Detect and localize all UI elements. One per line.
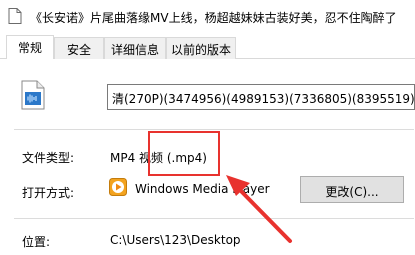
divider <box>14 129 414 130</box>
change-button[interactable]: 更改(C)... <box>300 176 404 203</box>
media-file-icon <box>21 80 45 110</box>
title-bar: 《长安诺》片尾曲落缘MV上线，杨超越妹妹古装好美，忍不住陶醉了 <box>0 0 415 36</box>
tab-previous-versions[interactable]: 以前的版本 <box>166 37 236 59</box>
open-with-app: Windows Media Player <box>135 182 270 196</box>
divider <box>14 218 414 219</box>
file-type-label: 文件类型: <box>22 151 75 165</box>
open-with-label: 打开方式: <box>22 186 75 200</box>
tab-general[interactable]: 常规 <box>6 35 54 59</box>
document-icon <box>8 8 22 24</box>
window-title: 《长安诺》片尾曲落缘MV上线，杨超越妹妹古装好美，忍不住陶醉了 <box>30 11 397 25</box>
file-name-field[interactable]: 清(270P)(3474956)(4989153)(7336805)(83955… <box>107 84 415 110</box>
location-label: 位置: <box>22 235 51 249</box>
highlight-box <box>148 131 220 176</box>
tab-details[interactable]: 详细信息 <box>104 37 166 59</box>
windows-media-player-icon <box>109 178 127 196</box>
tab-security[interactable]: 安全 <box>54 37 104 59</box>
location-value: C:\Users\123\Desktop <box>110 233 241 247</box>
